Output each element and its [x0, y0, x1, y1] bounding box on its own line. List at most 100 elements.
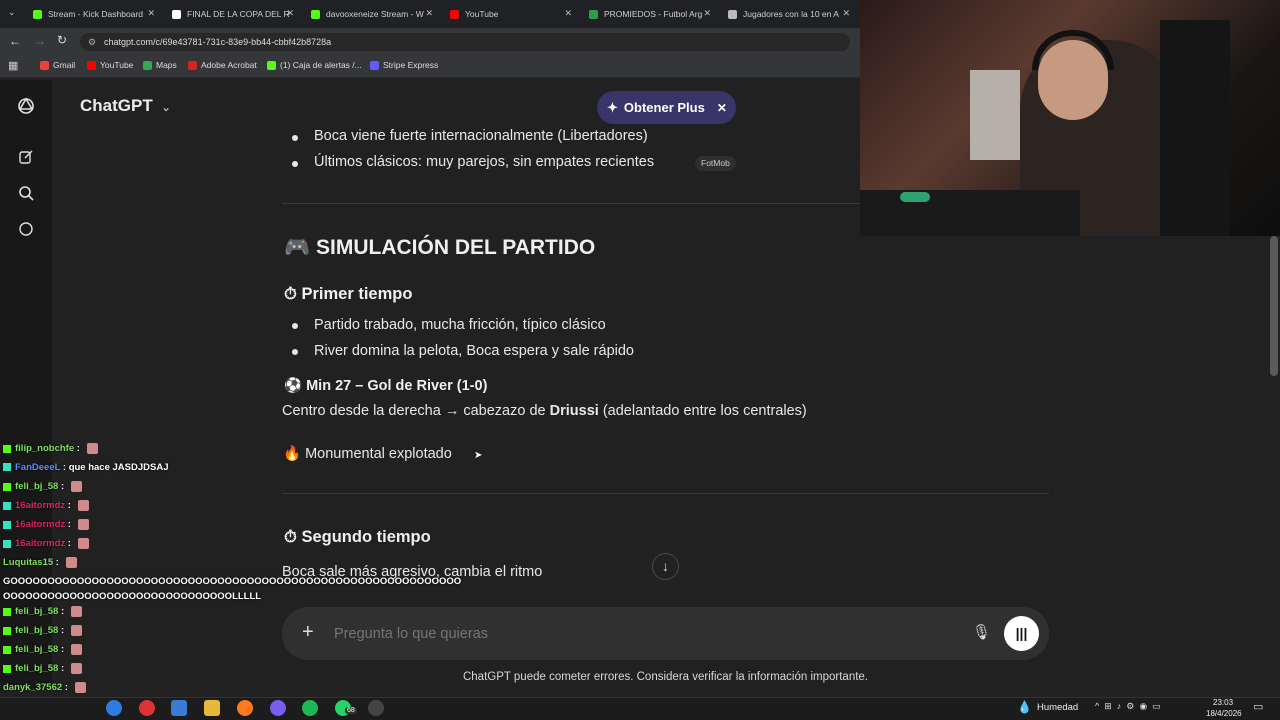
- url-field[interactable]: ⚙ chatgpt.com/c/69e43781-731c-83e9-bb44-…: [80, 33, 850, 51]
- clock-date[interactable]: 18/4/2026: [1206, 709, 1242, 718]
- weather-label[interactable]: Humedad: [1037, 702, 1078, 713]
- background-shelf: [970, 70, 1020, 160]
- chat-badge-icon: [3, 607, 11, 616]
- chat-separator: :: [58, 644, 67, 656]
- chat-badge-icon: [3, 463, 11, 472]
- bookmark-item[interactable]: Maps: [143, 60, 177, 70]
- reload-icon[interactable]: ↻: [57, 33, 67, 47]
- bookmark-item[interactable]: (1) Caja de alertas /...: [267, 60, 362, 70]
- search-icon[interactable]: [16, 185, 36, 205]
- chat-message: feli_bj_58 :: [3, 663, 82, 674]
- chat-message: 16aitormdz :: [3, 500, 89, 511]
- list-item: River domina la pelota, Boca espera y sa…: [314, 343, 634, 359]
- chat-message: feli_bj_58 :: [3, 481, 82, 492]
- emote-icon: [77, 519, 89, 530]
- close-tab-icon[interactable]: ✕: [147, 8, 155, 19]
- close-icon[interactable]: ✕: [717, 101, 727, 115]
- source-chip[interactable]: FotMob: [695, 156, 736, 171]
- bookmark-label: (1) Caja de alertas /...: [280, 60, 362, 70]
- mouse-cursor-icon: ➤: [474, 450, 483, 461]
- new-chat-icon[interactable]: [16, 149, 36, 169]
- store-taskbar-icon[interactable]: [171, 700, 187, 716]
- bookmark-label: Gmail: [53, 60, 76, 70]
- chat-separator: :: [62, 682, 71, 694]
- explorer-taskbar-icon[interactable]: [204, 700, 220, 716]
- browser-tab[interactable]: FINAL DE LA COPA DEL R ✕: [166, 3, 298, 25]
- clock-time[interactable]: 23:03: [1213, 698, 1233, 707]
- chat-separator: :: [58, 606, 67, 618]
- chat-separator: :: [65, 500, 74, 512]
- browser-tab[interactable]: Stream - Kick Dashboard ✕: [27, 3, 159, 25]
- bookmark-label: YouTube: [100, 60, 134, 70]
- back-icon[interactable]: ←: [9, 34, 21, 48]
- prompt-input[interactable]: [334, 622, 954, 646]
- first-half-heading: ⏱ Primer tiempo: [284, 285, 413, 303]
- forward-icon[interactable]: →: [34, 34, 46, 48]
- tab-favicon-icon: [728, 9, 737, 19]
- close-tab-icon[interactable]: ✕: [703, 8, 711, 19]
- chrome-taskbar-icon[interactable]: [106, 700, 122, 716]
- microphone-icon[interactable]: 🎙: [972, 623, 991, 641]
- spotify-taskbar-icon[interactable]: [302, 700, 318, 716]
- bookmark-favicon-icon: [143, 60, 152, 70]
- scroll-down-button[interactable]: ↓: [652, 553, 679, 580]
- chat-badge-icon: [3, 664, 11, 673]
- apps-grid-icon[interactable]: ▦: [8, 59, 18, 72]
- opera-taskbar-icon[interactable]: [139, 700, 155, 716]
- emote-icon: [70, 663, 82, 674]
- browser-tab[interactable]: PROMIEDOS - Futbol Arg ✕: [583, 3, 715, 25]
- chat-message: 16aitormdz :: [3, 538, 89, 549]
- voice-mode-button[interactable]: |||: [1004, 616, 1039, 651]
- section-title: 🎮 SIMULACIÓN DEL PARTIDO: [284, 236, 596, 259]
- notifications-icon[interactable]: ▭: [1253, 700, 1263, 713]
- bookmark-item[interactable]: Stripe Express: [370, 60, 438, 70]
- sparkle-icon: ✦: [607, 99, 618, 115]
- arrow-down-icon: ↓: [662, 558, 669, 574]
- chat-separator: :: [65, 538, 74, 550]
- chat-username: danyk_37562: [3, 682, 63, 694]
- system-tray-icons[interactable]: ^⊞♪⚙◉▭: [1095, 701, 1166, 712]
- tab-favicon-icon: [311, 9, 320, 19]
- close-tab-icon[interactable]: ✕: [564, 8, 572, 19]
- tab-favicon-icon: [589, 9, 598, 19]
- chat-message: feli_bj_58 :: [3, 606, 82, 617]
- bookmark-item[interactable]: Adobe Acrobat: [188, 60, 257, 70]
- close-tab-icon[interactable]: ✕: [842, 8, 850, 19]
- crowd-line: 🔥 Monumental explotado: [283, 446, 452, 462]
- get-plus-button[interactable]: ✦ Obtener Plus ✕: [597, 91, 736, 124]
- bullet-dot: [292, 161, 298, 167]
- close-tab-icon[interactable]: ✕: [286, 8, 294, 19]
- chat-username: filip_nobchfe: [15, 443, 75, 455]
- site-info-icon[interactable]: ⚙: [88, 33, 96, 51]
- add-attachment-icon[interactable]: +: [302, 621, 314, 644]
- disclaimer: ChatGPT puede cometer errores. Considera…: [462, 671, 869, 683]
- discord-taskbar-icon[interactable]: [270, 700, 286, 716]
- bookmark-item[interactable]: Gmail: [40, 60, 75, 70]
- notification-count-badge: 68: [345, 707, 357, 714]
- chat-badge-icon: [3, 482, 11, 491]
- chat-username: feli_bj_58: [15, 644, 59, 656]
- browser-tab[interactable]: Jugadores con la 10 en A ✕: [722, 3, 854, 25]
- chat-username: feli_bj_58: [15, 663, 59, 675]
- model-selector[interactable]: ChatGPT ⌄: [80, 96, 171, 116]
- weather-icon: 💧: [1017, 700, 1032, 714]
- chat-message: OOOOOOOOOOOOOOOOOOOOOOOOOOOOOOOLLLLL: [3, 591, 261, 602]
- close-tab-icon[interactable]: ✕: [425, 8, 433, 19]
- chat-username: 16aitormdz: [15, 500, 66, 512]
- firefox-taskbar-icon[interactable]: [237, 700, 253, 716]
- browser-tab[interactable]: davooxeneize Stream - W ✕: [305, 3, 437, 25]
- app-taskbar-icon[interactable]: [368, 700, 384, 716]
- bullet-dot: [292, 323, 298, 329]
- chat-message: feli_bj_58 :: [3, 644, 82, 655]
- openai-logo-icon[interactable]: [16, 96, 36, 116]
- chat-text: GOOOOOOOOOOOOOOOOOOOOOOOOOOOOOOOOOOOOOOO…: [3, 576, 462, 587]
- fire-icon: 🔥: [283, 446, 302, 462]
- chats-icon[interactable]: [16, 221, 36, 241]
- browser-tab[interactable]: YouTube ✕: [444, 3, 576, 25]
- chat-separator: :: [58, 481, 67, 493]
- bookmark-item[interactable]: YouTube: [87, 60, 133, 70]
- goal-heading: ⚽ Min 27 – Gol de River (1-0): [284, 378, 488, 394]
- prompt-composer: + 🎙 |||: [282, 607, 1049, 660]
- page-scrollbar[interactable]: [1270, 236, 1278, 376]
- tab-search-icon[interactable]: ⌄: [8, 7, 16, 18]
